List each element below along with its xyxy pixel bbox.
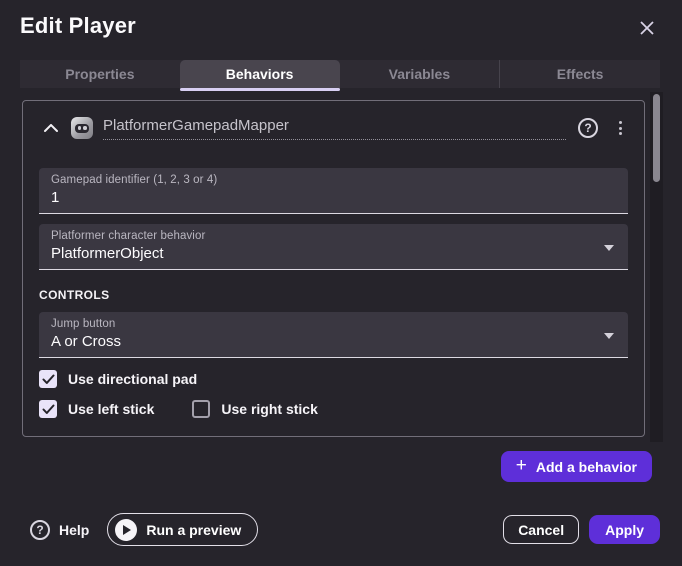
question-circle-icon: ? (30, 520, 50, 540)
plus-icon: + (516, 456, 527, 475)
tab-behaviors[interactable]: Behaviors (180, 60, 340, 88)
behavior-card: PlatformerGamepadMapper ? Gamepad identi… (22, 100, 645, 437)
jump-button-value: A or Cross (51, 333, 616, 350)
page-title: Edit Player (20, 13, 136, 39)
use-right-stick-checkbox[interactable]: Use right stick (192, 400, 317, 418)
tab-bar: Properties Behaviors Variables Effects (20, 60, 660, 88)
run-preview-button[interactable]: Run a preview (107, 513, 258, 546)
chevron-down-icon[interactable] (604, 245, 614, 251)
behavior-card-header: PlatformerGamepadMapper ? (39, 114, 628, 142)
collapse-chevron-up-icon[interactable] (39, 116, 63, 140)
checkbox-label: Use right stick (221, 401, 317, 417)
use-directional-pad-checkbox[interactable]: Use directional pad (39, 370, 197, 388)
checkbox-row-1: Use directional pad (39, 370, 628, 388)
add-behavior-label: Add a behavior (536, 459, 637, 475)
help-label: Help (59, 522, 89, 538)
checkbox-checked-icon[interactable] (39, 400, 57, 418)
gamepad-identifier-label: Gamepad identifier (1, 2, 3 or 4) (51, 174, 616, 186)
jump-button-label: Jump button (51, 318, 616, 330)
footer-bar: ? Help Run a preview Cancel Apply (30, 513, 660, 546)
behavior-help-icon[interactable]: ? (578, 118, 598, 138)
tab-effects[interactable]: Effects (499, 60, 660, 88)
tab-properties[interactable]: Properties (20, 60, 180, 88)
gamepad-behavior-icon (71, 117, 93, 139)
gamepad-identifier-value[interactable]: 1 (51, 189, 616, 206)
play-icon (115, 519, 137, 541)
run-preview-label: Run a preview (146, 522, 241, 538)
checkbox-checked-icon[interactable] (39, 370, 57, 388)
close-icon[interactable] (636, 17, 658, 39)
add-behavior-button[interactable]: + Add a behavior (501, 451, 652, 482)
help-button[interactable]: ? Help (30, 520, 89, 540)
scrollbar-thumb[interactable] (653, 94, 660, 182)
character-behavior-select[interactable]: Platformer character behavior Platformer… (39, 224, 628, 270)
behavior-name-field[interactable]: PlatformerGamepadMapper (103, 117, 566, 140)
checkbox-unchecked-icon[interactable] (192, 400, 210, 418)
tab-variables[interactable]: Variables (340, 60, 500, 88)
checkbox-label: Use directional pad (68, 371, 197, 387)
jump-button-select[interactable]: Jump button A or Cross (39, 312, 628, 358)
edit-player-dialog: Edit Player Properties Behaviors Variabl… (0, 0, 682, 566)
use-left-stick-checkbox[interactable]: Use left stick (39, 400, 154, 418)
cancel-button[interactable]: Cancel (503, 515, 579, 544)
gamepad-identifier-field[interactable]: Gamepad identifier (1, 2, 3 or 4) 1 (39, 168, 628, 214)
character-behavior-value: PlatformerObject (51, 245, 616, 262)
apply-button[interactable]: Apply (589, 515, 660, 544)
chevron-down-icon[interactable] (604, 333, 614, 339)
checkbox-label: Use left stick (68, 401, 154, 417)
character-behavior-label: Platformer character behavior (51, 230, 616, 242)
behavior-options-menu-icon[interactable] (612, 121, 628, 135)
checkbox-row-2: Use left stick Use right stick (39, 400, 628, 418)
controls-section-header: CONTROLS (39, 288, 628, 302)
